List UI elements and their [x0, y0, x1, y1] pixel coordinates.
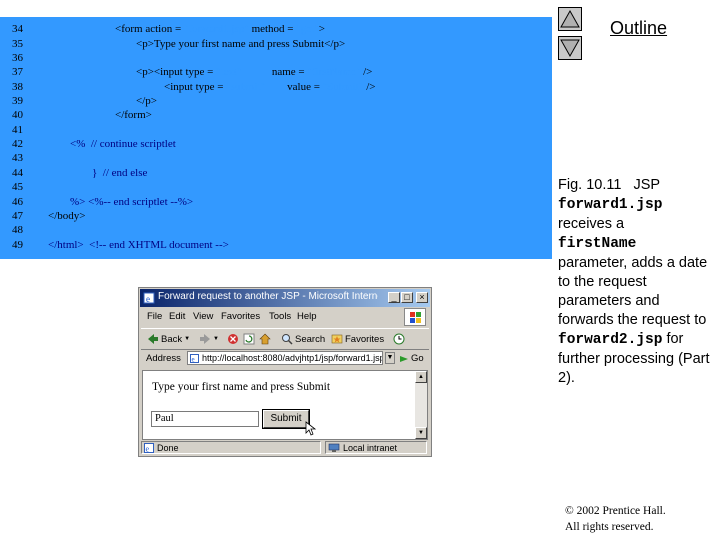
- address-dropdown-button[interactable]: ▼: [385, 352, 395, 364]
- browser-toolbar: Back ▼ ▼ Search Favorites: [141, 328, 429, 350]
- favorites-icon: [331, 334, 343, 344]
- search-icon: [282, 334, 293, 345]
- code-listing-panel: 34 <form action = "forward1.jsp" method …: [0, 17, 552, 259]
- file-name: forward2.jsp: [558, 332, 663, 348]
- code-line-48: 48: [12, 224, 23, 236]
- chevron-down-icon: ▼: [184, 336, 191, 342]
- code-line-46: 46 %> <%-- end scriptlet --%>: [12, 196, 194, 208]
- close-button[interactable]: ×: [416, 292, 428, 303]
- code-line-38: 38 <input type = "submit" value = "Submi…: [12, 81, 376, 93]
- figure-caption: Fig. 10.11 JSP forward1.jsp receives a f…: [558, 177, 710, 386]
- chevron-down-icon: ▼: [213, 336, 219, 342]
- menu-file[interactable]: File: [147, 311, 162, 322]
- history-icon: [393, 333, 405, 345]
- page-done-icon: e: [144, 442, 154, 453]
- page-content: Type your first name and press Submit Pa…: [142, 370, 428, 440]
- svg-text:e: e: [192, 356, 195, 364]
- triangle-up-icon: [560, 9, 580, 28]
- address-bar: Address e http://localhost:8080/advjhtp1…: [141, 350, 429, 368]
- browser-window: e Forward request to another JSP - Micro…: [138, 287, 432, 457]
- address-input[interactable]: e http://localhost:8080/advjhtp1/jsp/for…: [187, 351, 383, 365]
- first-name-input[interactable]: Paul: [151, 411, 259, 427]
- mouse-pointer-icon: [305, 421, 317, 436]
- code-line-44: 44 } // end else: [12, 167, 148, 179]
- stop-button[interactable]: [227, 333, 239, 345]
- code-line-40: 40 </form>: [12, 109, 152, 121]
- back-arrow-icon: [148, 334, 158, 344]
- stop-icon: [228, 334, 238, 344]
- security-zone-pane: Local intranet: [325, 441, 427, 454]
- code-line-49: 49 </html> <!-- end XHTML document -->: [12, 239, 229, 251]
- menu-favorites[interactable]: Favorites: [221, 311, 260, 322]
- back-button[interactable]: Back ▼: [147, 333, 190, 345]
- local-intranet-icon: [328, 443, 340, 452]
- triangle-down-icon: [560, 39, 580, 58]
- ie-page-icon: e: [143, 292, 155, 304]
- browser-title: Forward request to another JSP - Microso…: [158, 291, 378, 302]
- code-line-39: 39 </p>: [12, 95, 157, 107]
- chevron-down-icon: ▼: [386, 354, 394, 361]
- code-line-36: 36: [12, 52, 23, 64]
- code-line-42: 42 <% // continue scriptlet: [12, 138, 176, 150]
- windows-logo: [404, 308, 426, 326]
- code-line-37: 37 <p><input type = "text" name = "first…: [12, 66, 373, 78]
- address-label: Address: [146, 353, 181, 364]
- code-line-34: 34 <form action = "forward1.jsp" method …: [12, 23, 325, 35]
- forward-button[interactable]: ▼: [199, 333, 219, 345]
- search-button[interactable]: Search: [281, 333, 325, 345]
- scroll-up-button[interactable]: ▲: [415, 371, 427, 383]
- code-line-47: 47 </body>: [12, 210, 86, 222]
- code-line-45: 45: [12, 181, 23, 193]
- status-text-pane: e Done: [141, 441, 321, 454]
- svg-text:e: e: [146, 294, 150, 304]
- form-prompt: Type your first name and press Submit: [152, 381, 331, 393]
- home-icon: [259, 333, 271, 345]
- submit-button[interactable]: Submit: [262, 409, 310, 429]
- menu-edit[interactable]: Edit: [169, 311, 185, 322]
- previous-slide-button[interactable]: [558, 7, 582, 31]
- code-line-35: 35 <p>Type your first name and press Sub…: [12, 38, 346, 50]
- refresh-button[interactable]: [243, 333, 255, 345]
- home-button[interactable]: [259, 333, 271, 345]
- maximize-button[interactable]: □: [401, 292, 413, 303]
- vertical-scrollbar[interactable]: ▲ ▼: [415, 371, 427, 439]
- minimize-button[interactable]: _: [388, 292, 400, 303]
- refresh-icon: [243, 333, 255, 345]
- browser-titlebar: e Forward request to another JSP - Micro…: [140, 289, 430, 307]
- page-icon: e: [190, 354, 199, 363]
- next-slide-button[interactable]: [558, 36, 582, 60]
- favorites-button[interactable]: Favorites: [331, 333, 384, 345]
- param-name: firstName: [558, 236, 637, 252]
- scroll-down-button[interactable]: ▼: [415, 427, 427, 439]
- menu-tools[interactable]: Tools: [269, 311, 291, 322]
- code-line-43: 43: [12, 152, 23, 164]
- go-button[interactable]: Go: [399, 353, 424, 364]
- figure-label: Fig. 10.11: [558, 177, 622, 193]
- outline-link[interactable]: Outline: [610, 18, 667, 39]
- file-name: forward1.jsp: [558, 197, 663, 213]
- forward-arrow-icon: [200, 334, 210, 344]
- menu-view[interactable]: View: [193, 311, 213, 322]
- history-button[interactable]: [393, 333, 405, 345]
- code-line-41: 41: [12, 124, 23, 136]
- status-bar: e Done Local intranet: [141, 441, 429, 455]
- svg-text:e: e: [146, 444, 150, 453]
- menu-bar: File Edit View Favorites Tools Help: [141, 309, 429, 325]
- copyright-notice: © 2002 Prentice Hall. All rights reserve…: [565, 505, 666, 533]
- go-arrow-icon: [400, 355, 408, 362]
- menu-help[interactable]: Help: [297, 311, 317, 322]
